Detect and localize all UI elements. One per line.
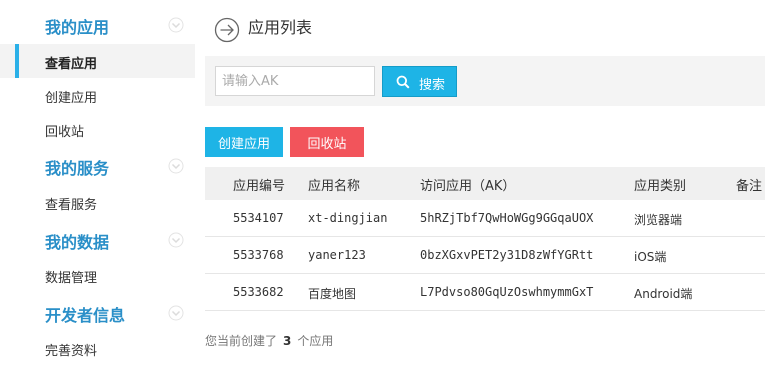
summary-suffix: 个应用 bbox=[297, 334, 334, 348]
app-count: 3 bbox=[283, 334, 292, 348]
column-header-type: 应用类别 bbox=[634, 179, 687, 194]
column-header-remark: 备注 bbox=[736, 179, 763, 194]
cell-id: 5534107 bbox=[233, 211, 284, 225]
sidebar-item-create-app[interactable]: 创建应用 bbox=[0, 78, 195, 112]
group-title: 我的服务 bbox=[45, 159, 110, 178]
cell-type: 浏览器端 bbox=[634, 213, 683, 227]
sidebar: 我的应用 查看应用 创建应用 回收站 我的服务 查看服务 我的数据 数据管理 开… bbox=[0, 0, 195, 384]
search-icon bbox=[396, 75, 410, 89]
sidebar-item-label: 查看服务 bbox=[45, 198, 98, 213]
app-count-summary: 您当前创建了 3 个应用 bbox=[205, 332, 333, 349]
sidebar-item-data-management[interactable]: 数据管理 bbox=[0, 258, 195, 292]
group-title: 我的数据 bbox=[45, 233, 110, 252]
create-app-button[interactable]: 创建应用 bbox=[205, 127, 283, 157]
cell-name: xt-dingjian bbox=[308, 211, 388, 225]
chevron-down-icon bbox=[168, 232, 184, 248]
cell-type: Android端 bbox=[634, 287, 693, 301]
sidebar-item-label: 回收站 bbox=[45, 125, 85, 140]
page-title: 应用列表 bbox=[248, 18, 313, 37]
sidebar-item-view-services[interactable]: 查看服务 bbox=[0, 185, 195, 219]
group-header-my-apps[interactable]: 我的应用 bbox=[0, 6, 195, 42]
table-row[interactable]: 5533768 yaner123 0bzXGxvPET2y31D8zWfYGRt… bbox=[205, 237, 765, 274]
group-header-my-services[interactable]: 我的服务 bbox=[0, 147, 195, 183]
table-header: 应用编号 应用名称 访问应用（AK） 应用类别 备注 bbox=[205, 167, 765, 200]
cell-ak: L7Pdvso80GqUzOswhmymmGxT bbox=[420, 285, 594, 299]
chevron-down-icon bbox=[168, 158, 184, 174]
group-header-my-data[interactable]: 我的数据 bbox=[0, 221, 195, 257]
sidebar-item-recycle-bin[interactable]: 回收站 bbox=[0, 112, 195, 146]
cell-ak: 0bzXGxvPET2y31D8zWfYGRtt bbox=[420, 248, 594, 262]
column-header-ak: 访问应用（AK） bbox=[420, 179, 516, 194]
group-title: 开发者信息 bbox=[45, 306, 126, 325]
search-bar: 搜索 bbox=[205, 56, 765, 106]
cell-name: 百度地图 bbox=[308, 287, 357, 301]
sidebar-item-view-apps[interactable]: 查看应用 bbox=[0, 44, 195, 78]
cell-id: 5533682 bbox=[233, 285, 284, 299]
group-title: 我的应用 bbox=[45, 18, 110, 37]
group-header-developer-info[interactable]: 开发者信息 bbox=[0, 294, 195, 330]
search-button-label: 搜索 bbox=[419, 77, 446, 92]
sidebar-item-label: 创建应用 bbox=[45, 91, 98, 106]
table-row[interactable]: 5533682 百度地图 L7Pdvso80GqUzOswhmymmGxT An… bbox=[205, 274, 765, 311]
sidebar-item-label: 完善资料 bbox=[45, 344, 98, 359]
column-header-name: 应用名称 bbox=[308, 179, 361, 194]
cell-ak: 5hRZjTbf7QwHoWGg9GGqaUOX bbox=[420, 211, 594, 225]
main-content: 应用列表 搜索 创建应用 回收站 应用编号 应用名称 访问应用（AK） 应用类别… bbox=[195, 0, 765, 384]
arrow-circle-right-icon bbox=[214, 17, 240, 43]
cell-type: iOS端 bbox=[634, 250, 667, 264]
cell-name: yaner123 bbox=[308, 248, 366, 262]
sidebar-item-complete-profile[interactable]: 完善资料 bbox=[0, 331, 195, 365]
search-button[interactable]: 搜索 bbox=[382, 66, 457, 97]
recycle-bin-button[interactable]: 回收站 bbox=[290, 127, 364, 157]
table-row[interactable]: 5534107 xt-dingjian 5hRZjTbf7QwHoWGg9GGq… bbox=[205, 200, 765, 237]
search-input[interactable] bbox=[215, 66, 375, 96]
sidebar-item-label: 查看应用 bbox=[45, 57, 98, 72]
chevron-down-icon bbox=[168, 17, 184, 33]
chevron-down-icon bbox=[168, 305, 184, 321]
column-header-id: 应用编号 bbox=[233, 179, 286, 194]
cell-id: 5533768 bbox=[233, 248, 284, 262]
sidebar-item-label: 数据管理 bbox=[45, 271, 98, 286]
summary-prefix: 您当前创建了 bbox=[205, 334, 278, 348]
